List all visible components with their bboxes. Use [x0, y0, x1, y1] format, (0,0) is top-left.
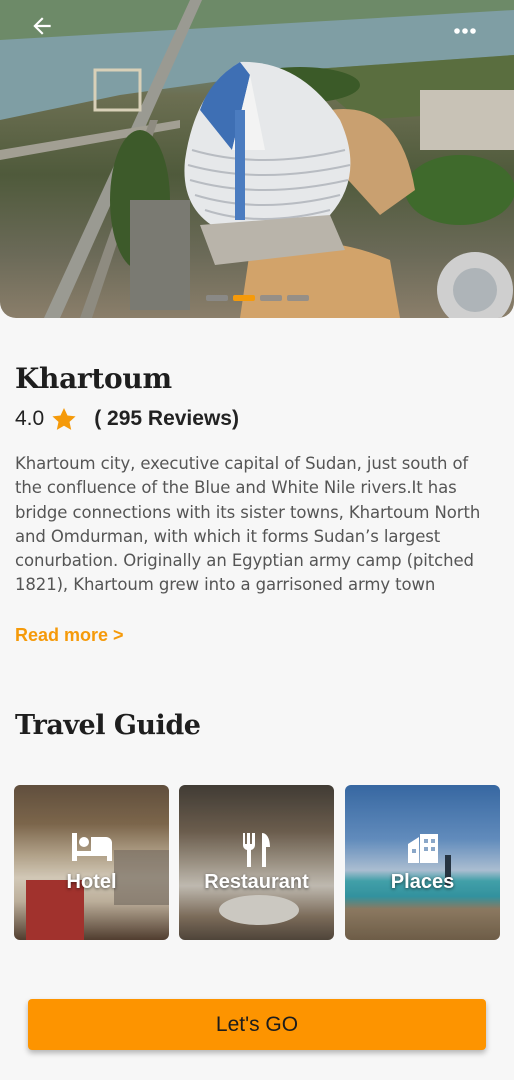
carousel-indicator [206, 295, 309, 301]
carousel-dot-active[interactable] [233, 295, 255, 301]
carousel-dot[interactable] [287, 295, 309, 301]
arrow-left-icon [33, 17, 51, 35]
building-icon [345, 831, 500, 865]
rating-value: 4.0 [15, 407, 45, 430]
guide-label-hotel: Hotel [66, 871, 117, 893]
guide-card-hotel[interactable]: Hotel [14, 785, 169, 940]
carousel-dot[interactable] [206, 295, 228, 301]
hero-image [0, 0, 514, 318]
back-button[interactable] [26, 10, 58, 42]
more-options-button[interactable] [448, 16, 482, 46]
more-horizontal-icon [454, 28, 476, 34]
carousel-dot[interactable] [260, 295, 282, 301]
lets-go-label: Let's GO [215, 1012, 299, 1036]
rating-row: 4.0 ( 295 Reviews) [15, 404, 239, 434]
guide-label-places: Places [390, 871, 455, 893]
guide-label-restaurant: Restaurant [204, 871, 309, 893]
reviews-count[interactable]: ( 295 Reviews) [94, 407, 239, 431]
read-more-link[interactable]: Read more > [15, 625, 124, 646]
fork-knife-icon [179, 831, 334, 869]
lets-go-button[interactable]: Let's GO [28, 999, 486, 1050]
bed-icon [14, 831, 169, 863]
guide-card-restaurant[interactable]: Restaurant [179, 785, 334, 940]
star-icon [50, 406, 78, 433]
guide-card-places[interactable]: Places [345, 785, 500, 940]
city-title: Khartoum [15, 362, 172, 395]
khartoum-aerial-photo [0, 0, 514, 318]
city-description: Khartoum city, executive capital of Suda… [15, 454, 481, 595]
travel-guide-title: Travel Guide [15, 710, 201, 741]
